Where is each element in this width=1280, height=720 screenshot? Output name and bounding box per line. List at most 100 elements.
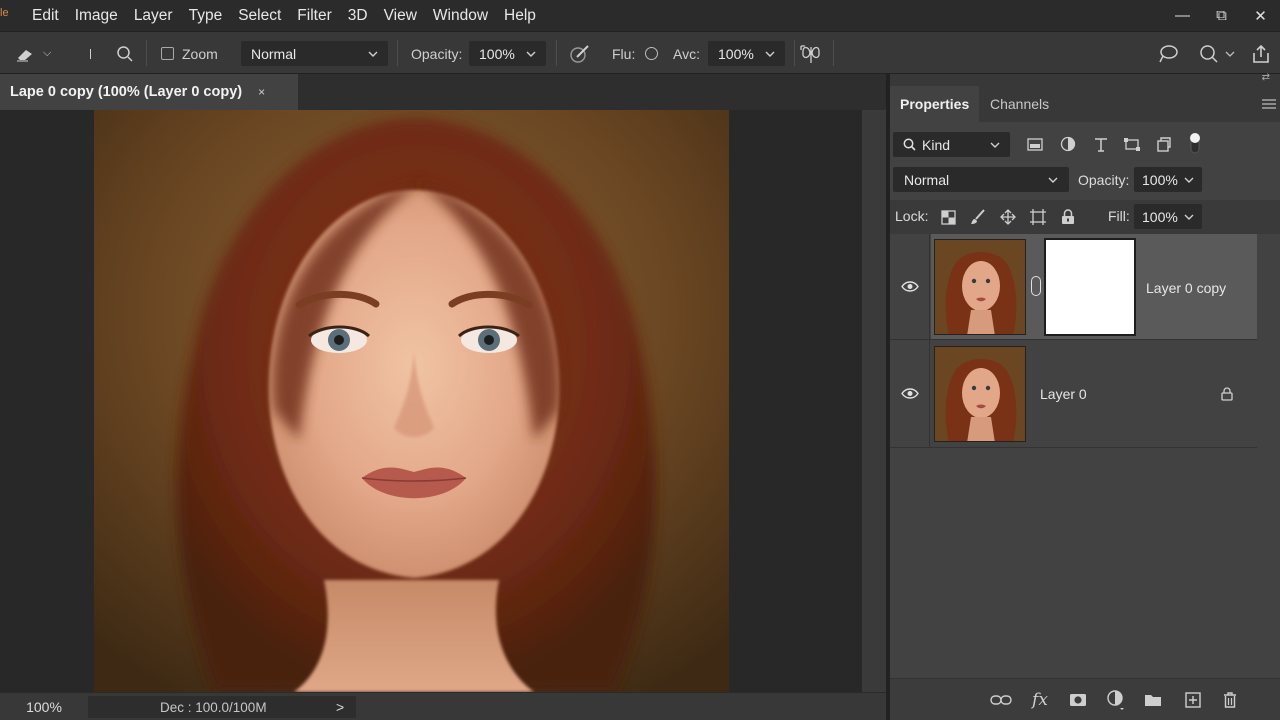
restore-button[interactable]: ⧉ <box>1202 0 1241 31</box>
brush-icon <box>971 209 985 224</box>
menu-image[interactable]: Image <box>67 0 126 31</box>
layer-locked-indicator[interactable] <box>1221 387 1233 404</box>
flow-toggle[interactable] <box>645 32 658 75</box>
move-icon <box>1000 209 1016 225</box>
collapse-arrows-icon[interactable]: ⇄ <box>1262 72 1270 83</box>
layer-visibility-toggle[interactable] <box>890 234 930 339</box>
new-layer-button[interactable] <box>1181 688 1205 712</box>
folder-icon <box>1145 695 1161 706</box>
filter-type-button[interactable] <box>1089 132 1113 156</box>
close-window-button[interactable]: ✕ <box>1241 0 1280 31</box>
zoom-checkbox-group[interactable]: Zoom <box>161 32 231 75</box>
menu-view[interactable]: View <box>376 0 425 31</box>
menu-select[interactable]: Select <box>230 0 289 31</box>
menu-3d[interactable]: 3D <box>340 0 376 31</box>
layer-visibility-toggle[interactable] <box>890 340 930 447</box>
symmetry-button[interactable] <box>799 32 825 75</box>
lock-position-button[interactable] <box>996 205 1020 229</box>
tab-channels[interactable]: Channels <box>980 86 1059 122</box>
lock-artboard-button[interactable] <box>1026 205 1050 229</box>
layer-name[interactable]: Layer 0 <box>1040 386 1087 402</box>
new-group-button[interactable] <box>1141 688 1165 712</box>
layer-mask-thumbnail[interactable] <box>1044 238 1136 336</box>
toggle-switch-icon <box>1190 133 1200 154</box>
separator <box>833 40 834 66</box>
status-menu-arrow[interactable]: > <box>336 696 344 718</box>
document-tab[interactable]: Lape 0 copy (100% (Layer 0 copy) × <box>0 74 298 110</box>
new-layer-icon <box>1185 692 1201 708</box>
layer-row[interactable]: Layer 0 <box>890 340 1257 448</box>
menu-filter[interactable]: Filter <box>289 0 339 31</box>
layer-filter-dropdown[interactable]: Kind <box>893 132 1010 157</box>
filter-toggle-switch[interactable] <box>1183 130 1207 154</box>
search-tool-button[interactable] <box>116 32 136 75</box>
menu-help[interactable]: Help <box>496 0 544 31</box>
layer-name[interactable]: Layer 0 copy <box>1146 280 1226 296</box>
image-filter-icon <box>1027 137 1043 151</box>
filter-smart-object-button[interactable] <box>1152 132 1176 156</box>
document-tab-title: Lape 0 copy (100% (Layer 0 copy) <box>10 84 243 100</box>
zoom-checkbox[interactable] <box>161 47 174 60</box>
mask-link-icon[interactable] <box>1031 276 1041 296</box>
share-icon <box>1253 44 1269 63</box>
link-icon <box>990 695 1012 705</box>
avc-field[interactable]: 100% <box>708 41 785 66</box>
minimize-button[interactable]: — <box>1163 0 1202 31</box>
trash-icon <box>1224 692 1236 708</box>
blend-mode-dropdown[interactable]: Normal <box>241 41 388 66</box>
search-icon <box>903 138 916 151</box>
opacity-field[interactable]: 100% <box>469 41 546 66</box>
layer-thumbnail[interactable] <box>934 239 1026 335</box>
lock-transparent-button[interactable] <box>936 205 960 229</box>
filter-adjustment-button[interactable] <box>1056 132 1080 156</box>
app-logo[interactable]: le <box>0 7 14 25</box>
new-adjustment-button[interactable] <box>1104 688 1128 712</box>
canvas-image[interactable] <box>94 110 729 692</box>
portrait-artwork <box>94 110 729 692</box>
document-info[interactable]: Dec : 100.0/100M <box>88 696 356 718</box>
filter-pixel-button[interactable] <box>1023 132 1047 156</box>
speech-bubble-button[interactable] <box>1157 32 1181 75</box>
lock-pixels-button[interactable] <box>966 205 990 229</box>
butterfly-icon <box>800 44 820 63</box>
chevron-down-icon <box>526 51 536 57</box>
canvas-scroll-area[interactable] <box>862 110 886 692</box>
zoom-level[interactable]: 100% <box>0 693 88 720</box>
adjustment-circle-icon <box>1060 136 1076 152</box>
status-bar: 100% Dec : 100.0/100M > <box>0 692 886 720</box>
link-layers-button[interactable] <box>989 688 1013 712</box>
tool-preset-picker[interactable]: ⌵ <box>14 32 64 75</box>
panel-tab-bar: Properties Channels <box>890 86 1280 122</box>
chevron-down-icon <box>1184 214 1194 220</box>
layer-opacity-field[interactable]: 100% <box>1134 167 1202 192</box>
layer-row[interactable]: Layer 0 copy <box>890 234 1257 340</box>
tab-properties[interactable]: Properties <box>890 86 980 122</box>
adjustment-circle-icon <box>1107 690 1124 710</box>
close-tab-icon[interactable]: × <box>258 85 265 99</box>
pressure-opacity-button[interactable] <box>569 32 593 75</box>
lock-row: Lock: Fill: 100% <box>890 200 1280 234</box>
menu-edit[interactable]: Edit <box>24 0 67 31</box>
window-controls: — ⧉ ✕ <box>1163 0 1280 31</box>
panel-collapse-strip[interactable]: ⇄ <box>890 72 1280 86</box>
artboard-icon <box>1030 209 1046 225</box>
chevron-down-icon <box>1048 177 1058 183</box>
filter-shape-button[interactable] <box>1120 132 1144 156</box>
menu-window[interactable]: Window <box>425 0 496 31</box>
share-button[interactable] <box>1251 32 1275 75</box>
canvas-workspace[interactable] <box>0 110 886 692</box>
lock-all-button[interactable] <box>1056 205 1080 229</box>
menu-bar: le Edit Image Layer Type Select Filter 3… <box>0 0 1280 31</box>
search-button[interactable] <box>1199 32 1243 75</box>
layer-blend-mode-dropdown[interactable]: Normal <box>893 167 1069 192</box>
layer-thumbnail[interactable] <box>934 346 1026 442</box>
delete-layer-button[interactable] <box>1218 688 1242 712</box>
add-mask-button[interactable] <box>1066 688 1090 712</box>
chevron-down-icon <box>368 51 378 57</box>
layer-style-button[interactable]: fx <box>1028 688 1052 712</box>
panel-menu-button[interactable] <box>1262 86 1276 122</box>
fill-field[interactable]: 100% <box>1134 204 1202 229</box>
menu-layer[interactable]: Layer <box>126 0 181 31</box>
blend-mode-value: Normal <box>251 45 297 62</box>
menu-type[interactable]: Type <box>181 0 231 31</box>
